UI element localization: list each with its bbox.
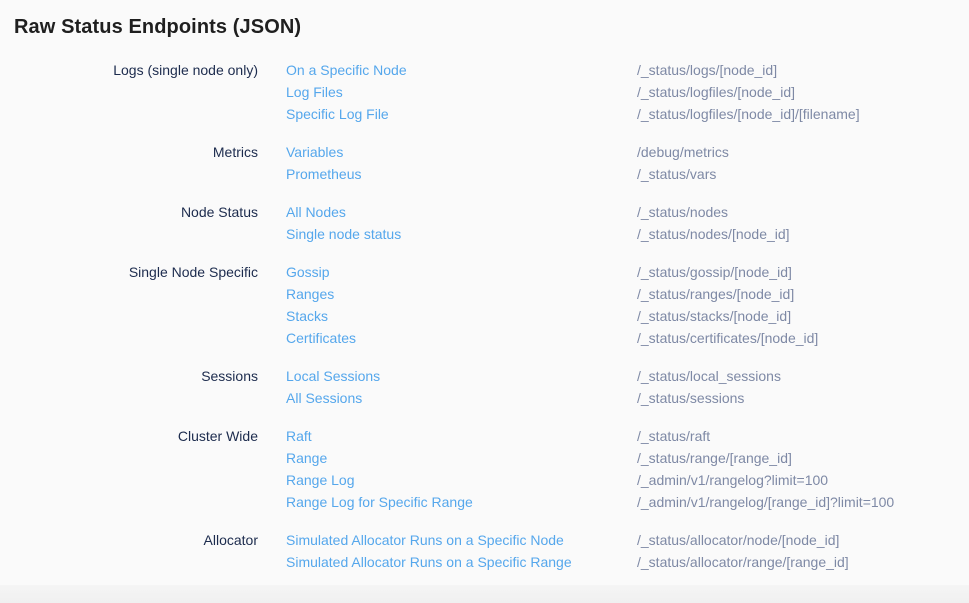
endpoint-link[interactable]: Certificates — [286, 327, 356, 349]
category-label: Cluster Wide — [14, 425, 286, 447]
endpoint-groups: Logs (single node only) On a Specific No… — [14, 59, 969, 573]
endpoint-group-node-status: Node Status All Nodes /_status/nodes Sin… — [14, 201, 969, 245]
endpoint-group-metrics: Metrics Variables /debug/metrics Prometh… — [14, 141, 969, 185]
endpoint-link[interactable]: On a Specific Node — [286, 59, 407, 81]
endpoint-path: /_status/allocator/node/[node_id] — [637, 529, 969, 551]
endpoint-link[interactable]: Ranges — [286, 283, 334, 305]
endpoint-link[interactable]: Simulated Allocator Runs on a Specific R… — [286, 551, 572, 573]
endpoint-group-sessions: Sessions Local Sessions /_status/local_s… — [14, 365, 969, 409]
endpoint-group-cluster-wide: Cluster Wide Raft /_status/raft Range /_… — [14, 425, 969, 513]
endpoint-link[interactable]: Range — [286, 447, 327, 469]
endpoint-path: /_status/nodes/[node_id] — [637, 223, 969, 245]
endpoint-link[interactable]: All Nodes — [286, 201, 346, 223]
category-label: Metrics — [14, 141, 286, 163]
category-label: Allocator — [14, 529, 286, 551]
endpoint-link[interactable]: Stacks — [286, 305, 328, 327]
footer-band — [0, 585, 969, 603]
endpoint-path: /_status/logfiles/[node_id] — [637, 81, 969, 103]
endpoint-path: /_status/raft — [637, 425, 969, 447]
category-label: Logs (single node only) — [14, 59, 286, 81]
endpoint-path: /_status/local_sessions — [637, 365, 969, 387]
category-label: Sessions — [14, 365, 286, 387]
endpoint-link[interactable]: Prometheus — [286, 163, 361, 185]
endpoint-path: /_status/certificates/[node_id] — [637, 327, 969, 349]
endpoint-link[interactable]: Local Sessions — [286, 365, 380, 387]
endpoint-path: /_status/range/[range_id] — [637, 447, 969, 469]
raw-status-endpoints-section: Raw Status Endpoints (JSON) Logs (single… — [0, 0, 969, 585]
endpoint-link[interactable]: All Sessions — [286, 387, 362, 409]
endpoint-link[interactable]: Specific Log File — [286, 103, 389, 125]
endpoint-group-logs: Logs (single node only) On a Specific No… — [14, 59, 969, 125]
category-label: Node Status — [14, 201, 286, 223]
category-label: Single Node Specific — [14, 261, 286, 283]
endpoint-path: /_status/logfiles/[node_id]/[filename] — [637, 103, 969, 125]
endpoint-path: /_status/logs/[node_id] — [637, 59, 969, 81]
page-title: Raw Status Endpoints (JSON) — [14, 13, 969, 41]
endpoint-group-allocator: Allocator Simulated Allocator Runs on a … — [14, 529, 969, 573]
endpoint-path: /_admin/v1/rangelog/[range_id]?limit=100 — [637, 491, 969, 513]
endpoint-link[interactable]: Gossip — [286, 261, 330, 283]
endpoint-link[interactable]: Raft — [286, 425, 312, 447]
endpoint-link[interactable]: Range Log for Specific Range — [286, 491, 473, 513]
endpoint-path: /_status/allocator/range/[range_id] — [637, 551, 969, 573]
endpoint-link[interactable]: Variables — [286, 141, 343, 163]
endpoint-path: /_status/gossip/[node_id] — [637, 261, 969, 283]
endpoint-link[interactable]: Range Log — [286, 469, 355, 491]
endpoint-path: /_status/vars — [637, 163, 969, 185]
endpoint-group-single-node-specific: Single Node Specific Gossip /_status/gos… — [14, 261, 969, 349]
endpoint-path: /_admin/v1/rangelog?limit=100 — [637, 469, 969, 491]
endpoint-path: /_status/ranges/[node_id] — [637, 283, 969, 305]
endpoint-path: /debug/metrics — [637, 141, 969, 163]
endpoint-path: /_status/nodes — [637, 201, 969, 223]
endpoint-link[interactable]: Log Files — [286, 81, 343, 103]
endpoint-path: /_status/stacks/[node_id] — [637, 305, 969, 327]
endpoint-link[interactable]: Simulated Allocator Runs on a Specific N… — [286, 529, 564, 551]
endpoint-path: /_status/sessions — [637, 387, 969, 409]
endpoint-link[interactable]: Single node status — [286, 223, 401, 245]
